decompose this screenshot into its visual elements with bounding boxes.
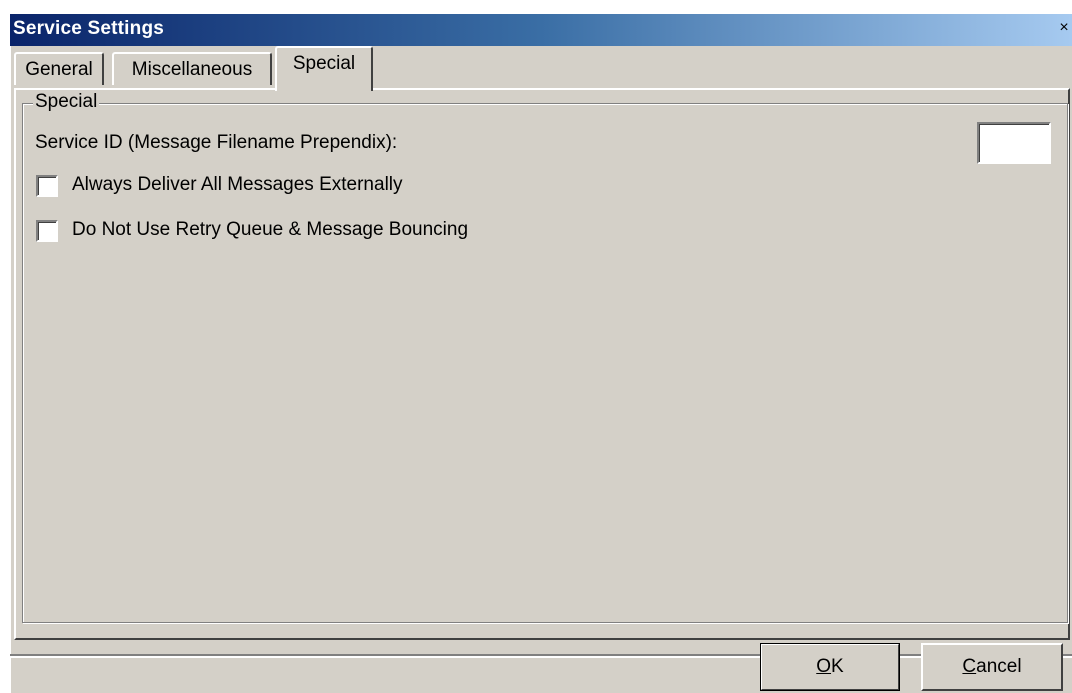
ok-button[interactable]: OK <box>760 643 900 691</box>
window-title: Service Settings <box>13 18 165 39</box>
cancel-button[interactable]: Cancel <box>921 643 1063 691</box>
always-deliver-externally-checkbox[interactable] <box>36 175 58 197</box>
cancel-accelerator: C <box>962 656 977 677</box>
ok-label-rest: K <box>831 656 844 677</box>
tab-special[interactable]: Special <box>275 46 373 91</box>
title-bar[interactable]: Service Settings × <box>10 14 1072 46</box>
service-id-input[interactable] <box>977 122 1051 164</box>
groupbox-title: Special <box>33 91 100 113</box>
cancel-label-rest: ancel <box>976 656 1022 677</box>
tab-miscellaneous[interactable]: Miscellaneous <box>112 52 272 85</box>
service-id-label: Service ID (Message Filename Prependix): <box>35 132 398 153</box>
close-icon[interactable]: × <box>1056 16 1072 40</box>
ok-accelerator: O <box>816 656 832 677</box>
tab-general[interactable]: General <box>14 52 104 85</box>
no-retry-queue-label[interactable]: Do Not Use Retry Queue & Message Bouncin… <box>72 219 468 241</box>
no-retry-queue-checkbox[interactable] <box>36 220 58 242</box>
footer-separator <box>10 654 1072 658</box>
always-deliver-externally-label[interactable]: Always Deliver All Messages Externally <box>72 174 403 196</box>
